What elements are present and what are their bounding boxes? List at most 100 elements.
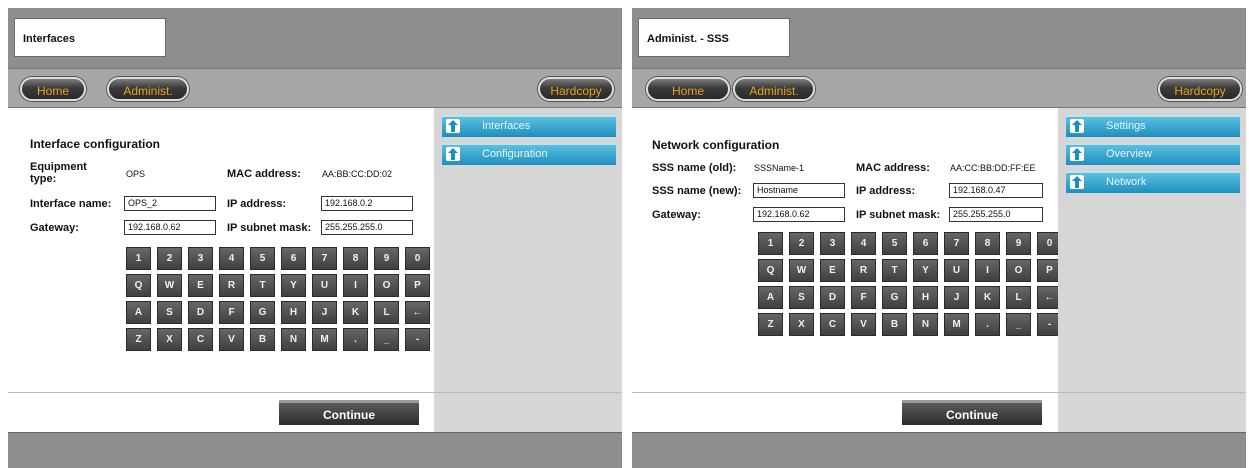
administ-button[interactable]: Administ. bbox=[733, 77, 815, 101]
home-button[interactable]: Home bbox=[646, 77, 730, 101]
ip-address-field[interactable]: 192.168.0.47 bbox=[949, 183, 1043, 198]
gateway-field[interactable]: 192.168.0.62 bbox=[124, 220, 216, 235]
key-u[interactable]: U bbox=[944, 259, 969, 282]
key-q[interactable]: Q bbox=[126, 274, 151, 297]
menu-item-configuration[interactable]: Configuration bbox=[442, 143, 616, 165]
key-underscore[interactable]: _ bbox=[374, 328, 399, 351]
key-3[interactable]: 3 bbox=[188, 247, 213, 270]
ip-address-label: IP address: bbox=[856, 185, 916, 197]
key-period[interactable]: . bbox=[975, 313, 1000, 336]
key-7[interactable]: 7 bbox=[312, 247, 337, 270]
administ-button[interactable]: Administ. bbox=[107, 77, 189, 101]
key-3[interactable]: 3 bbox=[820, 232, 845, 255]
key-d[interactable]: D bbox=[188, 301, 213, 324]
key-w[interactable]: W bbox=[157, 274, 182, 297]
key-o[interactable]: O bbox=[1006, 259, 1031, 282]
key-c[interactable]: C bbox=[820, 313, 845, 336]
subnet-mask-field[interactable]: 255.255.255.0 bbox=[949, 207, 1043, 222]
key-a[interactable]: A bbox=[126, 301, 151, 324]
key-2[interactable]: 2 bbox=[789, 232, 814, 255]
key-r[interactable]: R bbox=[851, 259, 876, 282]
key-x[interactable]: X bbox=[157, 328, 182, 351]
key-j[interactable]: J bbox=[312, 301, 337, 324]
key-y[interactable]: Y bbox=[913, 259, 938, 282]
key-h[interactable]: H bbox=[281, 301, 306, 324]
continue-button[interactable]: Continue bbox=[902, 400, 1042, 425]
key-6[interactable]: 6 bbox=[913, 232, 938, 255]
key-y[interactable]: Y bbox=[281, 274, 306, 297]
key-j[interactable]: J bbox=[944, 286, 969, 309]
menu-item-network[interactable]: Network bbox=[1066, 171, 1240, 193]
key-m[interactable]: M bbox=[312, 328, 337, 351]
key-c[interactable]: C bbox=[188, 328, 213, 351]
hardcopy-button[interactable]: Hardcopy bbox=[538, 77, 614, 101]
key-4[interactable]: 4 bbox=[219, 247, 244, 270]
key-x[interactable]: X bbox=[789, 313, 814, 336]
key-i[interactable]: I bbox=[975, 259, 1000, 282]
key-s[interactable]: S bbox=[789, 286, 814, 309]
key-b[interactable]: B bbox=[250, 328, 275, 351]
key-hyphen[interactable]: - bbox=[405, 328, 430, 351]
interface-name-field[interactable]: OPS_2 bbox=[124, 196, 216, 211]
key-z[interactable]: Z bbox=[758, 313, 783, 336]
key-i[interactable]: I bbox=[343, 274, 368, 297]
sss-name-new-field[interactable]: Hostname bbox=[753, 183, 845, 198]
gateway-field[interactable]: 192.168.0.62 bbox=[753, 207, 845, 222]
ip-address-field[interactable]: 192.168.0.2 bbox=[321, 196, 413, 211]
menu-item-interfaces[interactable]: Interfaces bbox=[442, 115, 616, 137]
key-q[interactable]: Q bbox=[758, 259, 783, 282]
key-n[interactable]: N bbox=[281, 328, 306, 351]
key-l[interactable]: L bbox=[374, 301, 399, 324]
key-b[interactable]: B bbox=[882, 313, 907, 336]
key-f[interactable]: F bbox=[851, 286, 876, 309]
key-g[interactable]: G bbox=[882, 286, 907, 309]
key-0[interactable]: 0 bbox=[405, 247, 430, 270]
key-7[interactable]: 7 bbox=[944, 232, 969, 255]
key-e[interactable]: E bbox=[820, 259, 845, 282]
key-v[interactable]: V bbox=[219, 328, 244, 351]
key-l[interactable]: L bbox=[1006, 286, 1031, 309]
equipment-type-label: Equipment type: bbox=[30, 161, 87, 185]
menu-item-overview[interactable]: Overview bbox=[1066, 143, 1240, 165]
key-5[interactable]: 5 bbox=[250, 247, 275, 270]
keyboard-row-2: Q W E R T Y U I O P bbox=[758, 259, 1062, 282]
key-z[interactable]: Z bbox=[126, 328, 151, 351]
key-e[interactable]: E bbox=[188, 274, 213, 297]
key-u[interactable]: U bbox=[312, 274, 337, 297]
key-9[interactable]: 9 bbox=[374, 247, 399, 270]
key-9[interactable]: 9 bbox=[1006, 232, 1031, 255]
menu-item-settings[interactable]: Settings bbox=[1066, 115, 1240, 137]
key-k[interactable]: K bbox=[343, 301, 368, 324]
key-k[interactable]: K bbox=[975, 286, 1000, 309]
key-m[interactable]: M bbox=[944, 313, 969, 336]
key-p[interactable]: P bbox=[405, 274, 430, 297]
key-a[interactable]: A bbox=[758, 286, 783, 309]
key-t[interactable]: T bbox=[882, 259, 907, 282]
key-d[interactable]: D bbox=[820, 286, 845, 309]
key-8[interactable]: 8 bbox=[975, 232, 1000, 255]
key-n[interactable]: N bbox=[913, 313, 938, 336]
backspace-key[interactable]: ← bbox=[405, 301, 430, 324]
hardcopy-button[interactable]: Hardcopy bbox=[1158, 77, 1242, 101]
home-button[interactable]: Home bbox=[20, 77, 86, 101]
key-underscore[interactable]: _ bbox=[1006, 313, 1031, 336]
key-1[interactable]: 1 bbox=[758, 232, 783, 255]
key-w[interactable]: W bbox=[789, 259, 814, 282]
key-r[interactable]: R bbox=[219, 274, 244, 297]
continue-button[interactable]: Continue bbox=[279, 400, 419, 425]
key-o[interactable]: O bbox=[374, 274, 399, 297]
key-4[interactable]: 4 bbox=[851, 232, 876, 255]
key-2[interactable]: 2 bbox=[157, 247, 182, 270]
key-t[interactable]: T bbox=[250, 274, 275, 297]
key-5[interactable]: 5 bbox=[882, 232, 907, 255]
key-f[interactable]: F bbox=[219, 301, 244, 324]
key-period[interactable]: . bbox=[343, 328, 368, 351]
key-h[interactable]: H bbox=[913, 286, 938, 309]
subnet-mask-field[interactable]: 255.255.255.0 bbox=[321, 220, 413, 235]
key-g[interactable]: G bbox=[250, 301, 275, 324]
key-v[interactable]: V bbox=[851, 313, 876, 336]
key-s[interactable]: S bbox=[157, 301, 182, 324]
key-1[interactable]: 1 bbox=[126, 247, 151, 270]
key-8[interactable]: 8 bbox=[343, 247, 368, 270]
key-6[interactable]: 6 bbox=[281, 247, 306, 270]
